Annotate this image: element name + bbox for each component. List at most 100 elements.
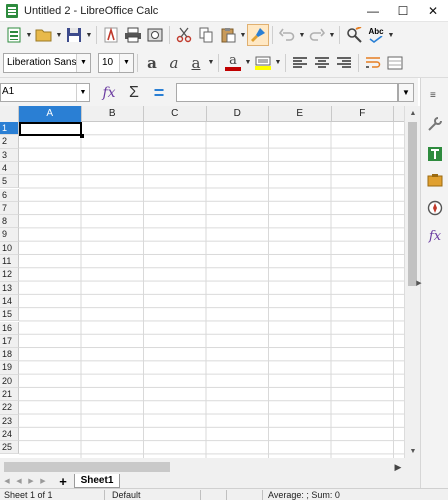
cut-button[interactable] — [173, 24, 195, 46]
add-sheet-button[interactable]: + — [56, 474, 70, 489]
row-header-18[interactable]: 18 — [0, 348, 19, 362]
close-button[interactable]: ✕ — [418, 0, 448, 22]
row-header-13[interactable]: 13 — [0, 281, 19, 295]
clone-formatting-button[interactable] — [247, 24, 269, 46]
first-sheet-icon[interactable]: ◀ — [2, 475, 12, 487]
redo-button[interactable] — [306, 24, 328, 46]
scroll-down-icon[interactable]: ▼ — [405, 444, 421, 458]
column-header-e[interactable]: E — [269, 106, 332, 122]
row-header-16[interactable]: 16 — [0, 321, 19, 335]
sidebar-collapse-handle[interactable]: ▶ — [416, 274, 422, 292]
column-header-a[interactable]: A — [19, 106, 82, 122]
selection-summary[interactable]: Average: ; Sum: 0 — [268, 490, 340, 500]
spelling-dropdown-arrow[interactable]: ▼ — [387, 24, 395, 46]
row-header-5[interactable]: 5 — [0, 175, 19, 189]
row-header-1[interactable]: 1 — [0, 122, 19, 136]
sidebar-menu-icon[interactable]: ≡ — [430, 90, 436, 101]
active-cell-cursor[interactable] — [19, 122, 84, 138]
row-header-20[interactable]: 20 — [0, 374, 19, 388]
row-header-10[interactable]: 10 — [0, 241, 19, 255]
name-box-dropdown-icon[interactable]: ▼ — [76, 84, 89, 101]
align-right-button[interactable] — [333, 52, 355, 74]
new-dropdown-arrow[interactable]: ▼ — [25, 24, 33, 46]
font-color-button[interactable]: a — [222, 52, 244, 74]
save-button[interactable] — [63, 24, 85, 46]
row-header-15[interactable]: 15 — [0, 308, 19, 322]
expand-formula-bar-button[interactable]: ▼ — [398, 83, 414, 102]
row-header-8[interactable]: 8 — [0, 215, 19, 229]
row-header-11[interactable]: 11 — [0, 255, 19, 269]
function-wizard-button[interactable]: fx — [98, 82, 120, 104]
column-header-f[interactable]: F — [332, 106, 394, 122]
column-header-c[interactable]: C — [144, 106, 207, 122]
minimize-button[interactable]: — — [358, 0, 388, 22]
highlight-dropdown-arrow[interactable]: ▼ — [274, 52, 282, 74]
open-dropdown-arrow[interactable]: ▼ — [55, 24, 63, 46]
row-header-4[interactable]: 4 — [0, 161, 19, 176]
cell-area[interactable] — [19, 122, 404, 458]
horizontal-scroll-right-icon[interactable]: ▶ — [392, 460, 404, 474]
export-pdf-button[interactable] — [100, 24, 122, 46]
row-header-23[interactable]: 23 — [0, 414, 19, 428]
sidebar-gallery-button[interactable] — [425, 170, 445, 190]
font-name-dropdown-icon[interactable]: ▼ — [76, 53, 90, 72]
sidebar-functions-button[interactable]: fx — [425, 226, 445, 246]
undo-dropdown-arrow[interactable]: ▼ — [298, 24, 306, 46]
sidebar-styles-button[interactable] — [425, 144, 445, 164]
sidebar-properties-button[interactable] — [425, 114, 445, 134]
font-size-box[interactable]: 10 ▼ — [98, 52, 134, 73]
formula-input[interactable] — [176, 83, 398, 102]
print-preview-button[interactable] — [144, 24, 166, 46]
previous-sheet-icon[interactable]: ◀ — [14, 475, 24, 487]
name-box[interactable]: A1 ▼ — [0, 83, 90, 102]
row-header-9[interactable]: 9 — [0, 228, 19, 242]
row-header-6[interactable]: 6 — [0, 188, 19, 202]
maximize-button[interactable]: ☐ — [388, 0, 418, 22]
row-header-22[interactable]: 22 — [0, 401, 19, 415]
row-header-14[interactable]: 14 — [0, 294, 19, 309]
underline-button[interactable]: a — [185, 52, 207, 74]
save-dropdown-arrow[interactable]: ▼ — [85, 24, 93, 46]
column-header-b[interactable]: B — [82, 106, 144, 122]
italic-button[interactable]: a — [163, 52, 185, 74]
underline-dropdown-arrow[interactable]: ▼ — [207, 52, 215, 74]
row-header-24[interactable]: 24 — [0, 427, 19, 442]
next-sheet-icon[interactable]: ▶ — [26, 475, 36, 487]
select-all-corner[interactable] — [0, 106, 19, 122]
row-header-19[interactable]: 19 — [0, 361, 19, 375]
font-color-dropdown-arrow[interactable]: ▼ — [244, 52, 252, 74]
row-header-21[interactable]: 21 — [0, 388, 19, 402]
row-header-3[interactable]: 3 — [0, 148, 19, 162]
row-header-25[interactable]: 25 — [0, 441, 19, 455]
redo-dropdown-arrow[interactable]: ▼ — [328, 24, 336, 46]
column-header-partial[interactable] — [394, 106, 404, 122]
formula-button[interactable]: = — [148, 82, 170, 104]
page-style[interactable]: Default — [112, 490, 141, 500]
sum-button[interactable]: Σ — [123, 82, 145, 104]
column-header-d[interactable]: D — [207, 106, 269, 122]
sheet-tab-sheet1[interactable]: Sheet1 — [74, 474, 120, 488]
align-left-button[interactable] — [289, 52, 311, 74]
font-size-dropdown-icon[interactable]: ▼ — [119, 53, 133, 72]
vertical-scroll-thumb[interactable] — [408, 122, 417, 286]
undo-button[interactable] — [276, 24, 298, 46]
highlight-color-button[interactable] — [252, 52, 274, 74]
paste-dropdown-arrow[interactable]: ▼ — [239, 24, 247, 46]
print-button[interactable] — [122, 24, 144, 46]
row-header-7[interactable]: 7 — [0, 201, 19, 216]
font-name-box[interactable]: Liberation Sans ▼ — [3, 52, 91, 73]
find-replace-button[interactable] — [343, 24, 365, 46]
align-center-button[interactable] — [311, 52, 333, 74]
new-spreadsheet-button[interactable] — [3, 24, 25, 46]
row-header-17[interactable]: 17 — [0, 334, 19, 349]
scroll-up-icon[interactable]: ▲ — [405, 106, 421, 120]
spelling-button[interactable]: Abc — [365, 24, 387, 46]
merge-cells-button[interactable] — [384, 52, 406, 74]
bold-button[interactable]: a — [141, 52, 163, 74]
last-sheet-icon[interactable]: ▶ — [38, 475, 48, 487]
horizontal-scroll-thumb[interactable] — [4, 462, 170, 472]
row-header-2[interactable]: 2 — [0, 135, 19, 149]
paste-button[interactable] — [217, 24, 239, 46]
open-button[interactable] — [33, 24, 55, 46]
copy-button[interactable] — [195, 24, 217, 46]
